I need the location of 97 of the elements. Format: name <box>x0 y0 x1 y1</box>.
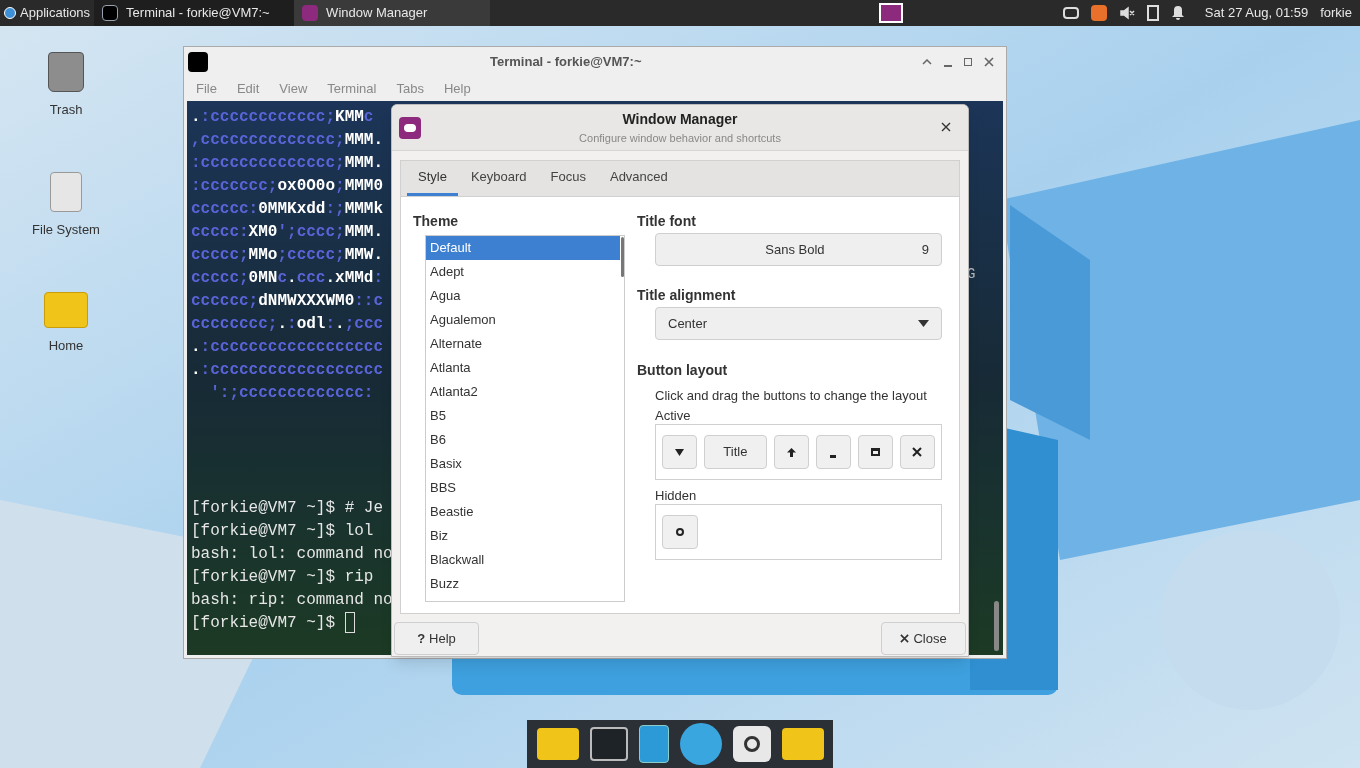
maximize-icon[interactable] <box>964 57 972 66</box>
folder-icon[interactable] <box>536 728 579 760</box>
terminal-line: ccccc;0MNc.ccc.xMMd: <box>191 268 384 289</box>
terminal-line: [forkie@VM7 ~]$ # Je <box>191 498 384 519</box>
maximize-icon <box>870 448 880 456</box>
speaker-muted-icon[interactable] <box>1118 5 1135 21</box>
terminal-icon <box>188 51 208 72</box>
globe-icon[interactable] <box>679 723 722 765</box>
theme-list-item[interactable]: Default <box>426 236 620 260</box>
question-icon: ? <box>417 628 426 649</box>
windows-icon <box>302 5 319 21</box>
theme-list-item[interactable]: B6 <box>426 428 620 452</box>
close-icon <box>912 447 923 457</box>
layout-button[interactable] <box>662 515 698 549</box>
theme-list-item[interactable]: Atlanta2 <box>426 380 620 404</box>
theme-list-item[interactable]: Adept <box>426 260 620 284</box>
font-size-text: 9 <box>921 240 929 259</box>
desktop-icon-label[interactable]: File System <box>32 220 100 240</box>
section-heading: Title alignment <box>637 286 737 305</box>
terminal-line: .:cccccccccccccccccc <box>191 337 384 358</box>
alignment-dropdown[interactable]: Center <box>655 307 942 340</box>
layout-button[interactable] <box>857 435 893 469</box>
layout-button[interactable] <box>899 435 935 469</box>
theme-list-item[interactable]: B5 <box>426 404 620 428</box>
close-icon <box>900 634 910 643</box>
terminal-icon <box>102 5 119 21</box>
group-label: Active <box>655 408 692 424</box>
desktop-icon-label[interactable]: Home <box>48 336 84 356</box>
folder-icon[interactable] <box>781 728 824 760</box>
font-picker-button[interactable]: Sans Bold 9 <box>655 233 942 266</box>
windows-icon[interactable] <box>878 3 903 23</box>
window-title: Window Manager <box>622 109 738 129</box>
scrollbar-thumb[interactable] <box>620 237 624 277</box>
caret-up-icon[interactable] <box>922 58 932 65</box>
terminal-line: bash: rip: command no <box>191 590 393 611</box>
terminal-line: .:cccccccccccccccccc <box>191 360 384 381</box>
tab[interactable]: Advanced <box>598 161 679 196</box>
terminal-line: [forkie@VM7 ~]$ <box>191 613 337 634</box>
terminal-line: ,cccccccccccccc;MMM. <box>191 130 384 151</box>
section-heading: Theme <box>413 212 460 231</box>
theme-list-item[interactable]: Buzz <box>426 572 620 596</box>
cursor <box>344 612 355 633</box>
layout-button[interactable] <box>773 435 809 469</box>
close-icon <box>941 122 951 132</box>
help-button[interactable]: ? Help <box>394 622 479 655</box>
theme-list-item[interactable]: Basix <box>426 452 620 476</box>
applications-menu-button[interactable]: Applications <box>0 0 95 26</box>
minimize-icon[interactable] <box>944 64 952 67</box>
bell-icon[interactable] <box>1170 5 1185 21</box>
caret-down-icon <box>918 320 929 327</box>
minimize-icon <box>830 454 837 458</box>
group-label: Hidden <box>655 488 698 504</box>
terminal-icon[interactable] <box>589 727 628 761</box>
window-title: Terminal - forkie@VM7:~ <box>490 52 642 71</box>
close-button[interactable]: Close <box>881 622 966 655</box>
folder-icon <box>44 292 88 328</box>
theme-list-item[interactable]: Alternate <box>426 332 620 356</box>
clock[interactable]: Sat 27 Aug, 01:59 <box>1204 3 1309 23</box>
section-heading: Button layout <box>637 361 729 380</box>
caret-down-icon <box>675 448 685 456</box>
scrollbar-thumb[interactable] <box>994 601 999 651</box>
file-cabinet-icon[interactable] <box>638 725 669 763</box>
tab[interactable]: Style <box>407 161 458 196</box>
hint-text: Click and drag the buttons to change the layout <box>655 387 928 405</box>
theme-list-item[interactable]: Blackwall <box>426 548 620 572</box>
arrow-up-icon <box>786 447 796 457</box>
taskbar-button[interactable]: Window Manager <box>294 0 491 26</box>
user-name[interactable]: forkie <box>1320 3 1352 23</box>
theme-list-item[interactable]: Atlanta <box>426 356 620 380</box>
tab[interactable]: Focus <box>539 161 597 196</box>
apps-logo-icon <box>4 7 16 19</box>
terminal-line: :cccccccccccccc;MMM. <box>191 153 384 174</box>
terminal-line: cccccc:0MMKxdd:;MMMk <box>191 199 384 220</box>
terminal-line: ccccc;MMo;ccccc;MMW. <box>191 245 384 266</box>
theme-list-item[interactable]: Biz <box>426 524 620 548</box>
terminal-line: [forkie@VM7 ~]$ rip <box>191 567 374 588</box>
terminal-line: ':;ccccccccccccc: <box>209 383 374 404</box>
theme-list-item[interactable]: Agualemon <box>426 308 620 332</box>
theme-list-item[interactable]: Beastie <box>426 500 620 524</box>
app-icon <box>399 117 421 139</box>
terminal-line: [forkie@VM7 ~]$ lol <box>191 521 374 542</box>
terminal-line: .:cccccccccccc;KMMc <box>191 107 374 128</box>
title-layout-button[interactable]: Title <box>704 435 767 469</box>
terminal-line: ccccc:XM0';cccc;MMM. <box>191 222 384 243</box>
tab[interactable]: Keyboard <box>459 161 538 196</box>
taskbar-button[interactable]: Terminal - forkie@VM7:~ <box>94 0 295 26</box>
desktop-icon-label[interactable]: Trash <box>49 100 83 120</box>
layout-button[interactable] <box>662 435 698 469</box>
close-icon[interactable] <box>984 56 994 67</box>
window-subtitle: Configure window behavior and shortcuts <box>579 130 781 146</box>
terminal-line: :ccccccc;ox0O0o;MMM0 <box>191 176 384 197</box>
theme-list-item[interactable]: Agua <box>426 284 620 308</box>
theme-list-item[interactable]: BBS <box>426 476 620 500</box>
terminal-line: cccccc;dNMWXXXWM0::c <box>191 291 384 312</box>
terminal-line: bash: lol: command no <box>191 544 393 565</box>
section-heading: Title font <box>637 212 697 231</box>
terminal-line: cccccccc;.:odl:.;ccc <box>191 314 384 335</box>
